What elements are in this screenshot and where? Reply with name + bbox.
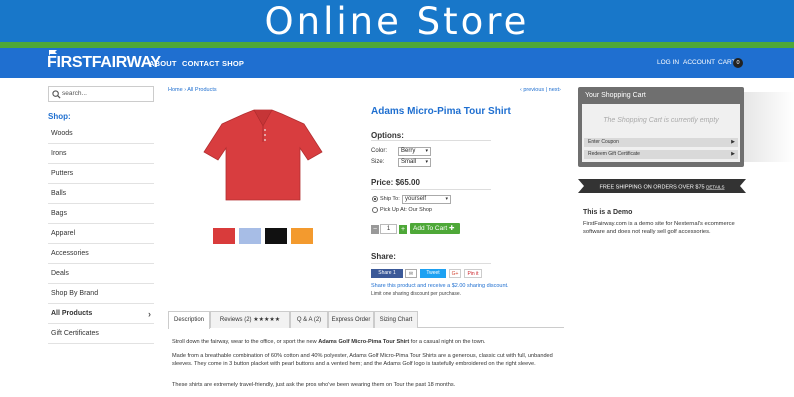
pinterest-share-button[interactable]: Pin it [464,269,482,278]
swatch-light-blue[interactable] [239,228,261,244]
description-paragraph-3: These shirts are extremely travel-friend… [172,382,456,388]
options-heading: Options: [371,131,404,140]
divider [371,189,491,190]
sidebar-item-gift-certificates[interactable]: Gift Certificates [48,324,154,344]
share-limit-note: Limit one sharing discount per purchase. [371,291,462,297]
swatch-black[interactable] [265,228,287,244]
chevron-down-icon: ▾ [425,148,428,154]
product-price: Price: $65.00 [371,178,420,187]
redeem-gift-button[interactable]: Redeem Gift Certificate ▶ [584,150,738,159]
product-image[interactable] [200,108,326,204]
demo-text: FirstFairway.com is a demo site for Next… [583,221,735,235]
nav-about[interactable]: ABOUT [149,59,177,68]
banner-title: Online Store [264,0,530,43]
sidebar-item-balls[interactable]: Balls [48,184,154,204]
size-select[interactable]: Small ▾ [398,158,431,167]
nav-account[interactable]: ACCOUNT [683,59,715,66]
plus-icon: ✚ [449,225,455,232]
size-select-value: Small [401,159,417,165]
sidebar-item-deals[interactable]: Deals [48,264,154,284]
email-share-button[interactable]: ✉ [405,269,417,278]
tab-reviews[interactable]: Reviews (2) ★★★★★ [210,311,290,328]
sidebar-item-irons[interactable]: Irons [48,144,154,164]
cart-count-badge[interactable]: 0 [733,58,743,68]
enter-coupon-button[interactable]: Enter Coupon ▶ [584,138,738,147]
search-icon [52,90,61,99]
triangle-right-icon: ▶ [731,139,735,145]
sidebar-item-bags[interactable]: Bags [48,204,154,224]
size-label: Size: [371,159,385,165]
chevron-down-icon: ▾ [445,196,448,202]
sidebar-item-label: All Products [51,310,93,317]
twitter-share-button[interactable]: Tweet [420,269,446,278]
sidebar-item-apparel[interactable]: Apparel [48,224,154,244]
site-logo[interactable]: FIRSTFAIRWAY [47,54,161,72]
ship-to-select[interactable]: yourself ▾ [402,195,451,204]
sidebar-item-shop-by-brand[interactable]: Shop By Brand [48,284,154,304]
ship-to-radio[interactable] [372,196,378,202]
swatch-orange[interactable] [291,228,313,244]
facebook-share-button[interactable]: Share 1 [371,269,403,278]
share-heading: Share: [371,252,396,261]
cart-widget-title: Your Shopping Cart [585,92,646,99]
shipping-details-link: DETAILS [706,185,724,190]
nav-login[interactable]: LOG IN [657,59,679,66]
desc-text: Stroll down the fairway, wear to the off… [172,339,319,345]
tab-qa[interactable]: Q & A (2) [290,311,328,328]
description-paragraph-2: Made from a breathable combination of 60… [172,353,553,367]
sidebar-item-accessories[interactable]: Accessories [48,244,154,264]
free-shipping-banner[interactable]: FREE SHIPPING ON ORDERS OVER $75 DETAILS [578,179,746,193]
tab-express-order[interactable]: Express Order [328,311,374,328]
chevron-right-icon: › [148,309,151,319]
demo-heading: This is a Demo [583,209,633,216]
search-input[interactable]: search... [48,86,154,102]
quantity-input[interactable]: 1 [380,224,397,234]
enter-coupon-label: Enter Coupon [588,139,619,145]
gplus-share-button[interactable]: G+ [449,269,461,278]
shop-heading: Shop: [48,112,71,121]
desc-product-name: Adams Golf Micro-Pima Tour Shirt [318,339,410,345]
redeem-gift-label: Redeem Gift Certificate [588,151,640,157]
add-to-cart-button[interactable]: Add To Cart ✚ [410,223,460,234]
sidebar-item-putters[interactable]: Putters [48,164,154,184]
sidebar-item-all-products[interactable]: All Products › [48,304,154,324]
tab-description[interactable]: Description [168,311,210,329]
ship-to-value: yourself [405,196,427,202]
swatch-red[interactable] [213,228,235,244]
ship-to-label: Ship To: [380,196,400,202]
breadcrumb[interactable]: Home › All Products [168,87,217,93]
cart-empty-message: The Shopping Cart is currently empty [603,117,719,124]
prev-next-pager[interactable]: ‹ previous | next› [520,87,561,93]
color-select-value: Berry [401,148,416,154]
shipping-text: FREE SHIPPING ON ORDERS OVER $75 [599,185,706,191]
desc-text: for a casual night on the town. [409,339,486,345]
divider [371,263,491,264]
nav-shop[interactable]: SHOP [222,59,244,68]
background-shade [744,92,794,162]
description-paragraph-1: Stroll down the fairway, wear to the off… [172,338,564,346]
nav-contact[interactable]: CONTACT [182,59,220,68]
share-promo-text: Share this product and receive a $2.00 s… [371,283,509,289]
chevron-down-icon: ▾ [425,159,428,165]
qty-increase-button[interactable]: + [399,225,407,234]
add-to-cart-label: Add To Cart [413,225,448,232]
triangle-right-icon: ▶ [731,151,735,157]
pickup-label: Pick Up At: Our Shop [380,207,432,213]
color-label: Color: [371,148,388,154]
divider [371,140,491,141]
tab-sizing-chart[interactable]: Sizing Chart [374,311,418,328]
qty-decrease-button[interactable]: − [371,225,379,234]
pickup-radio[interactable] [372,207,378,213]
color-select[interactable]: Berry ▾ [398,147,431,156]
search-placeholder: search... [62,90,87,97]
svg-text:FREE SHIPPING ON ORDERS OVER $: FREE SHIPPING ON ORDERS OVER $75 DETAILS [599,185,724,191]
sidebar-item-woods[interactable]: Woods [48,124,154,144]
product-title: Adams Micro-Pima Tour Shirt [371,106,511,117]
